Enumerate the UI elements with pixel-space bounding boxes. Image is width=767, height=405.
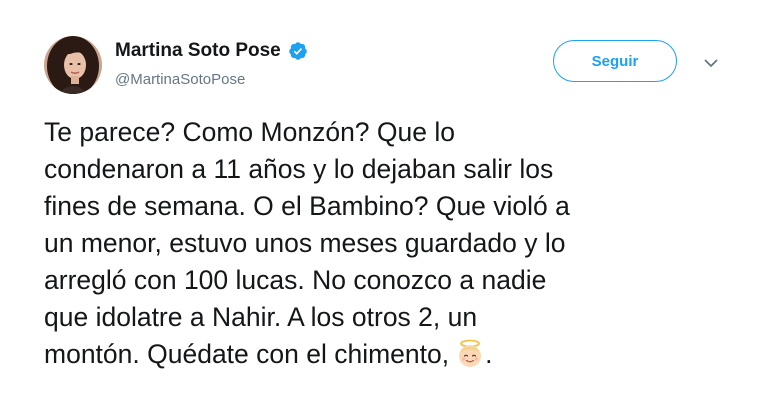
tweet-line: condenaron a 11 años y lo dejaban salir … <box>44 154 554 184</box>
avatar[interactable] <box>44 36 102 94</box>
angel-emoji-icon <box>455 339 485 379</box>
tweet-card: Martina Soto Pose @MartinaSotoPose Segui… <box>0 0 767 405</box>
tweet-line: fines de semana. O el Bambino? Que violó… <box>44 191 570 221</box>
user-handle[interactable]: @MartinaSotoPose <box>115 71 245 88</box>
display-name[interactable]: Martina Soto Pose <box>115 40 281 62</box>
tweet-line-text: montón. Quédate con el chimento, <box>44 339 450 369</box>
tweet-text: Te parece? Como Monzón? Que lo condenaro… <box>44 114 734 379</box>
tweet-line: un menor, estuvo unos meses guardado y l… <box>44 228 566 258</box>
profile-photo-icon <box>44 36 102 94</box>
follow-button[interactable]: Seguir <box>553 40 677 82</box>
tweet-trailing-text: . <box>485 339 493 369</box>
tweet-line: Te parece? Como Monzón? Que lo <box>44 117 455 147</box>
verified-badge-icon <box>288 41 308 61</box>
tweet-line: arregló con 100 lucas. No conozco a nadi… <box>44 265 547 295</box>
chevron-down-icon[interactable] <box>702 56 720 70</box>
name-row: Martina Soto Pose <box>115 40 308 62</box>
tweet-line-last: montón. Quédate con el chimento, . <box>44 336 734 379</box>
tweet-line: que idolatre a Nahir. A los otros 2, un <box>44 302 478 332</box>
